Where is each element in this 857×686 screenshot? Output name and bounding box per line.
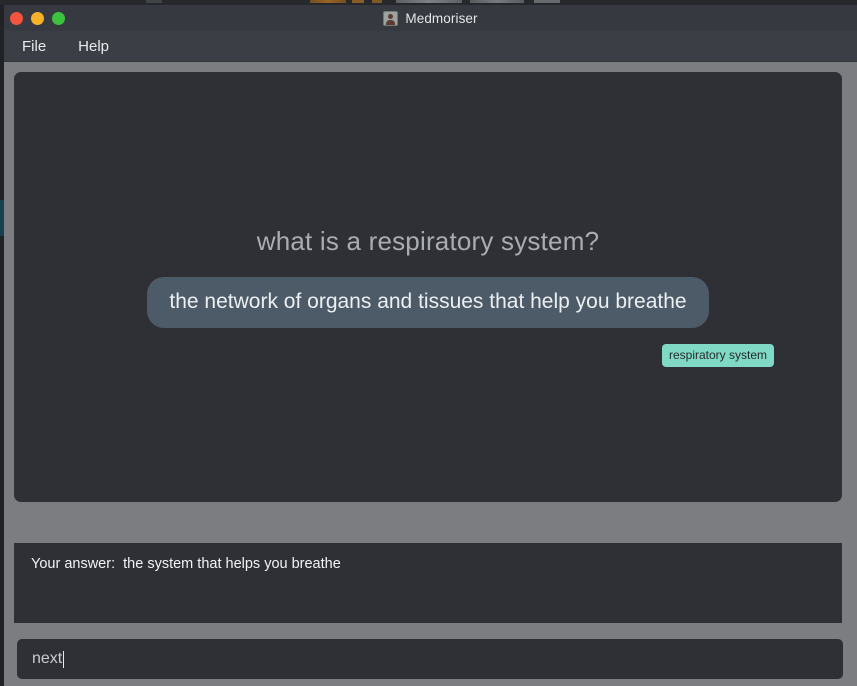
- menu-item-help[interactable]: Help: [76, 37, 111, 56]
- desktop-background: Medmoriser File Help what is a respirato…: [0, 0, 857, 686]
- topic-tag[interactable]: respiratory system: [661, 343, 774, 367]
- background-window-artifact: [352, 0, 364, 3]
- window-title-group: Medmoriser: [383, 10, 478, 26]
- command-input-value: next: [32, 650, 63, 667]
- background-window-artifact: [310, 0, 346, 3]
- background-window-artifact: [534, 0, 560, 3]
- maximize-button-icon[interactable]: [52, 11, 65, 25]
- window-body: what is a respiratory system? the networ…: [4, 62, 857, 686]
- background-window-artifact: [470, 0, 524, 3]
- app-avatar-icon: [383, 10, 399, 26]
- user-answer-line: Your answer: the system that helps you b…: [31, 556, 341, 572]
- question-text: what is a respiratory system?: [256, 226, 600, 256]
- background-window-artifact: [396, 0, 462, 3]
- background-window-artifact: [372, 0, 382, 3]
- window-controls: [10, 5, 65, 31]
- answer-bubble: the network of organs and tissues that h…: [147, 276, 709, 328]
- flashcard-card: what is a respiratory system? the networ…: [14, 72, 842, 502]
- menu-item-file[interactable]: File: [20, 37, 48, 56]
- background-window-artifact: [146, 0, 162, 3]
- question-answer-stack: what is a respiratory system? the networ…: [14, 227, 842, 367]
- menu-bar: File Help: [4, 31, 857, 62]
- application-window: Medmoriser File Help what is a respirato…: [4, 5, 857, 686]
- tag-row: respiratory system: [14, 343, 842, 367]
- minimize-button-icon[interactable]: [31, 11, 44, 25]
- answer-row: the network of organs and tissues that h…: [14, 276, 842, 328]
- user-answer-panel: Your answer: the system that helps you b…: [14, 543, 842, 623]
- title-bar: Medmoriser: [4, 5, 857, 31]
- window-title: Medmoriser: [405, 10, 478, 26]
- close-button-icon[interactable]: [10, 11, 23, 25]
- command-input[interactable]: next: [17, 639, 843, 679]
- text-caret: [63, 650, 65, 668]
